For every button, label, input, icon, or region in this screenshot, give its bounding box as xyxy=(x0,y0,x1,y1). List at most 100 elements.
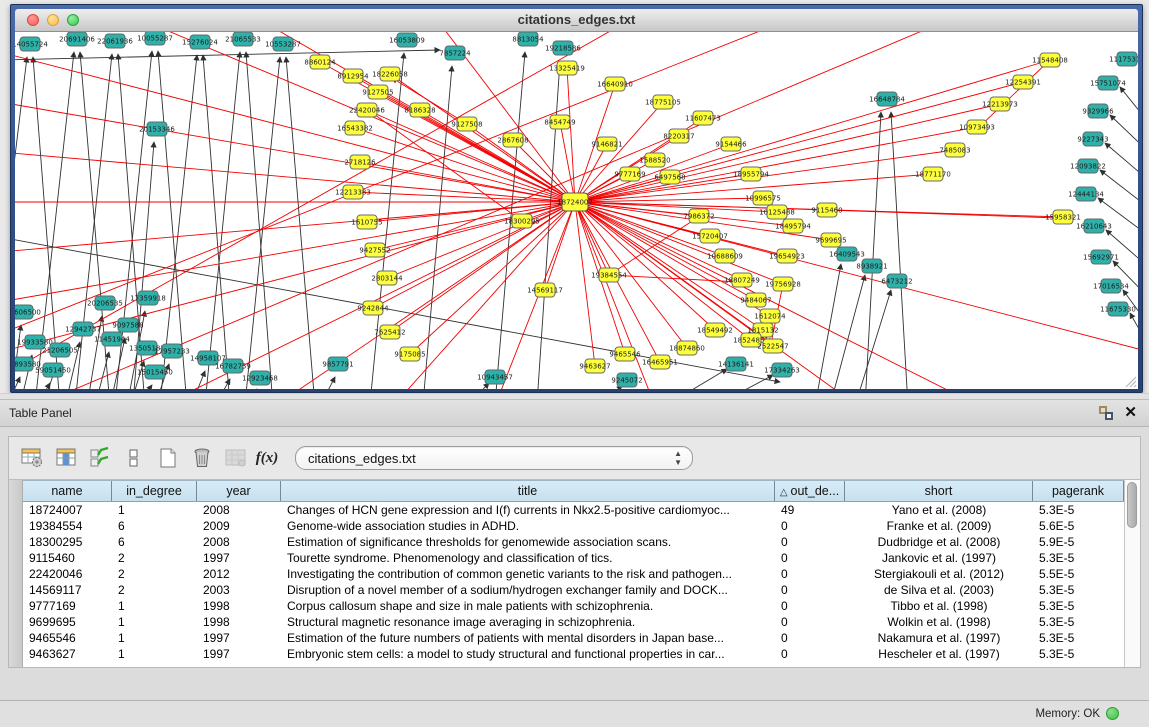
graph-node-label: 10125488 xyxy=(759,209,795,217)
graph-node-label: 2803144 xyxy=(371,275,403,283)
graph-node-label: 15958321 xyxy=(1045,214,1081,222)
table-row[interactable]: 1938455462009Genome-wide association stu… xyxy=(23,518,1124,534)
table-cell: 18724007 xyxy=(23,503,112,517)
graph-node-label: 9777169 xyxy=(614,171,645,179)
graph-node-label: 10688609 xyxy=(707,253,743,261)
select-mode-icon[interactable] xyxy=(85,444,115,472)
table-selector-dropdown[interactable]: citations_edges.txt ▲▼ xyxy=(295,446,693,470)
new-column-icon[interactable] xyxy=(153,444,183,472)
graph-node-label: 16640910 xyxy=(597,81,633,89)
table-cell: 5.3E-5 xyxy=(1033,631,1124,645)
table-row[interactable]: 1830029562008Estimation of significance … xyxy=(23,534,1124,550)
table-toolbar: f(x) citations_edges.txt ▲▼ xyxy=(9,437,1140,479)
graph-node-label: 21065533 xyxy=(225,36,261,44)
table-cell: 5.3E-5 xyxy=(1033,599,1124,613)
graph-node-label: 10943457 xyxy=(477,374,513,382)
graph-node-label: 1588520 xyxy=(639,157,670,165)
table-cell: Investigating the contribution of common… xyxy=(281,567,775,581)
table-row[interactable]: 1456911722003Disruption of a novel membe… xyxy=(23,582,1124,598)
table-selector-value: citations_edges.txt xyxy=(296,451,416,466)
graph-node-label: 8938921 xyxy=(856,263,887,271)
table-cell: 9777169 xyxy=(23,599,112,613)
graph-node-label: 17359918 xyxy=(130,295,166,303)
table-cell: 2008 xyxy=(197,535,281,549)
table-row[interactable]: 911546021997Tourette syndrome. Phenomeno… xyxy=(23,550,1124,566)
column-header-year[interactable]: year xyxy=(197,481,281,501)
table-cell: 1 xyxy=(112,631,197,645)
table-cell: 0 xyxy=(775,647,845,661)
column-header-name[interactable]: name xyxy=(23,481,112,501)
table-cell: 18300295 xyxy=(23,535,112,549)
graph-node-label: 9484067 xyxy=(740,297,771,305)
table-cell: Hescheler et al. (1997) xyxy=(845,647,1033,661)
graph-node-label: 11175310 xyxy=(1109,56,1138,64)
graph-node-label: 15276024 xyxy=(182,39,218,47)
table-cell: 2012 xyxy=(197,567,281,581)
table-cell: 0 xyxy=(775,535,845,549)
table-cell: 6 xyxy=(112,519,197,533)
resize-grip-icon[interactable] xyxy=(1123,374,1137,388)
table-row[interactable]: 977716911998Corpus callosum shape and si… xyxy=(23,598,1124,614)
function-builder-icon[interactable]: f(x) xyxy=(255,444,285,472)
table-row[interactable]: 946554611997Estimation of the future num… xyxy=(23,630,1124,646)
table-panel-body: f(x) citations_edges.txt ▲▼ namein_degreey… xyxy=(8,436,1141,668)
graph-node-label: 18724007 xyxy=(557,199,593,207)
table-cell: 0 xyxy=(775,615,845,629)
table-row[interactable]: 969969511998Structural magnetic resonanc… xyxy=(23,614,1124,630)
graph-node-label: 17016534 xyxy=(1093,283,1129,291)
graph-node-label: 18775105 xyxy=(645,99,681,107)
graph-node-label: 9227343 xyxy=(1077,136,1108,144)
table-cell: 2 xyxy=(112,567,197,581)
graph-node-label: 10973493 xyxy=(959,124,995,132)
window-titlebar[interactable]: citations_edges.txt xyxy=(15,9,1138,32)
table-mode-icon[interactable] xyxy=(17,444,47,472)
graph-node-label: 7625412 xyxy=(374,329,405,337)
close-panel-icon[interactable]: ✕ xyxy=(1124,403,1137,421)
table-row[interactable]: 1872400712008Changes of HCN gene express… xyxy=(23,502,1124,518)
column-header-in-degree[interactable]: in_degree xyxy=(112,481,197,501)
graph-node-label: 18495794 xyxy=(775,223,811,231)
table-cell: 1997 xyxy=(197,647,281,661)
memory-ok-icon[interactable] xyxy=(1106,707,1119,720)
column-header-pagerank[interactable]: pagerank xyxy=(1033,481,1124,501)
graph-node-label: 18549492 xyxy=(697,327,733,335)
column-header-title[interactable]: title xyxy=(281,481,775,501)
graph-node-label: 16465951 xyxy=(642,359,678,367)
table-row[interactable]: 946362711997Embryonic stem cells: a mode… xyxy=(23,646,1124,662)
show-columns-icon[interactable] xyxy=(51,444,81,472)
graph-node-label: 2522547 xyxy=(757,343,788,351)
dropdown-arrows-icon: ▲▼ xyxy=(674,449,682,467)
table-cell: 0 xyxy=(775,599,845,613)
table-cell: de Silva et al. (2003) xyxy=(845,583,1033,597)
column-header-short[interactable]: short xyxy=(845,481,1033,501)
table-cell: 5.9E-5 xyxy=(1033,535,1124,549)
table-body: 1872400712008Changes of HCN gene express… xyxy=(23,502,1124,667)
network-canvas[interactable]: 8860124891295418226058912750522420046165… xyxy=(15,32,1138,389)
table-cell: 19384554 xyxy=(23,519,112,533)
row-height-icon[interactable] xyxy=(119,444,149,472)
graph-node-label: 15015450 xyxy=(137,369,173,377)
scrollbar-thumb[interactable] xyxy=(1127,482,1137,528)
graph-node-label: 2867608 xyxy=(497,137,528,145)
graph-node-label: 10553287 xyxy=(265,41,301,49)
table-cell: 14569117 xyxy=(23,583,112,597)
row-header-strip xyxy=(9,480,23,667)
panel-splitter[interactable] xyxy=(0,393,1149,400)
table-cell: 5.6E-5 xyxy=(1033,519,1124,533)
panel-title: Table Panel xyxy=(9,406,72,420)
graph-node-label: 21206505 xyxy=(42,347,78,355)
graph-node-label: 12444134 xyxy=(1068,191,1104,199)
graph-node-label: 16409543 xyxy=(829,251,865,259)
graph-node-label: 18874860 xyxy=(669,345,705,353)
graph-node-label: 13325419 xyxy=(549,65,585,73)
column-header-out-de-[interactable]: △out_de... xyxy=(775,481,845,501)
graph-node-label: 9245072 xyxy=(611,377,642,385)
graph-node-label: 12213973 xyxy=(982,101,1018,109)
delete-column-icon[interactable] xyxy=(187,444,217,472)
citation-graph[interactable]: 8860124891295418226058912750522420046165… xyxy=(15,32,1138,389)
table-cell: 0 xyxy=(775,567,845,581)
table-cell: Wolkin et al. (1998) xyxy=(845,615,1033,629)
vertical-scrollbar[interactable] xyxy=(1124,480,1140,667)
float-panel-icon[interactable] xyxy=(1099,406,1113,420)
table-row[interactable]: 2242004622012Investigating the contribut… xyxy=(23,566,1124,582)
